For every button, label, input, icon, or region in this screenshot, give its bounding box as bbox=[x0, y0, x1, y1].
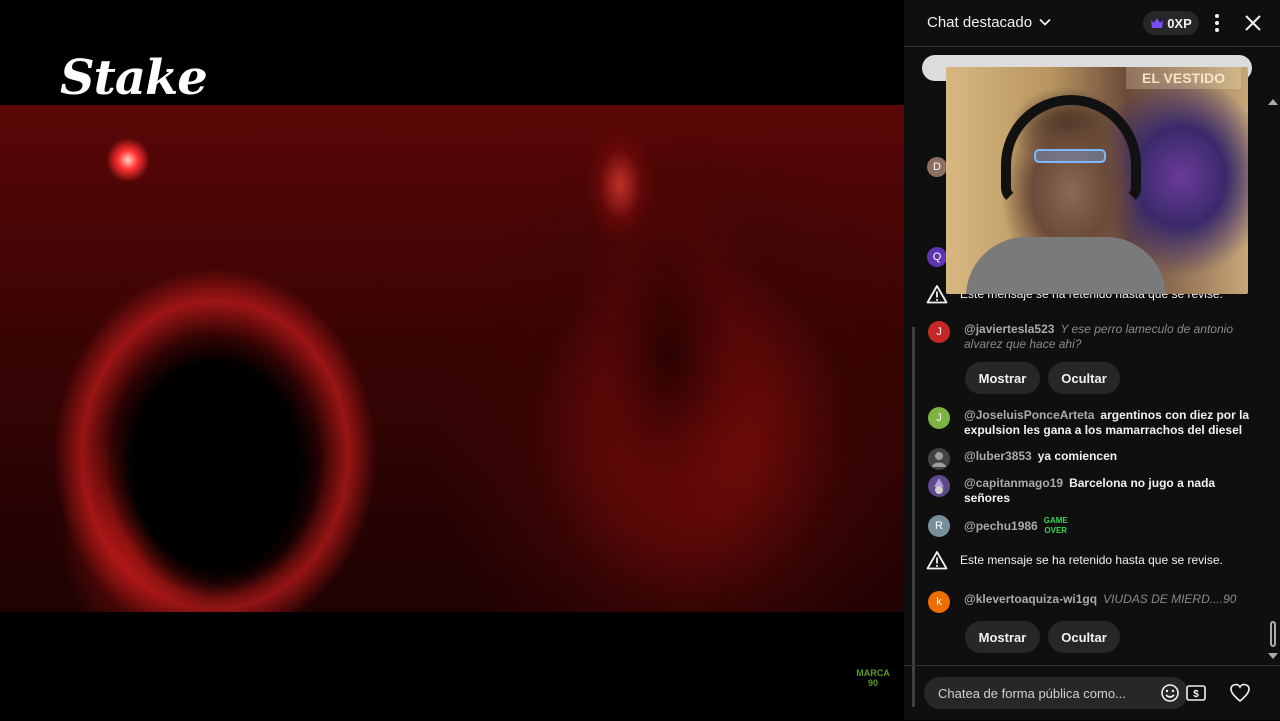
hide-button[interactable]: Ocultar bbox=[1048, 621, 1120, 653]
message-text: VIUDAS DE MIERD....90 bbox=[1103, 592, 1237, 606]
message-text: ya comiencen bbox=[1037, 449, 1118, 463]
avatar: R bbox=[928, 515, 950, 537]
warning-icon bbox=[926, 285, 948, 304]
streamer-webcam-overlay: EL VESTIDO bbox=[946, 67, 1248, 294]
chat-footer: Chatea de forma pública como... $ bbox=[904, 665, 1280, 721]
show-button[interactable]: Mostrar bbox=[965, 362, 1040, 394]
held-messages-rail bbox=[912, 327, 915, 707]
message-author[interactable]: @javiertesla523 bbox=[964, 322, 1054, 336]
held-notice-text: Este mensaje se ha retenido hasta que se… bbox=[960, 553, 1223, 567]
scroll-up-arrow[interactable] bbox=[1268, 99, 1278, 105]
held-message-notice: Este mensaje se ha retenido hasta que se… bbox=[926, 549, 1223, 571]
streamer-shirt bbox=[966, 237, 1166, 294]
message-author[interactable]: @luber3853 bbox=[964, 449, 1032, 463]
video-player[interactable]: Stake MARCA 90 bbox=[0, 0, 904, 720]
message-author[interactable]: @JoseluisPonceArteta bbox=[964, 408, 1094, 422]
avatar: k bbox=[928, 591, 950, 613]
more-options-icon[interactable] bbox=[1207, 12, 1227, 34]
avatar bbox=[928, 448, 950, 470]
message-author[interactable]: @pechu1986 bbox=[964, 519, 1038, 533]
chat-input[interactable]: Chatea de forma pública como... bbox=[924, 677, 1188, 709]
background-sign: EL VESTIDO bbox=[1126, 67, 1241, 89]
figure-highlight bbox=[585, 125, 655, 245]
avatar: D bbox=[927, 157, 947, 177]
message-author[interactable]: @capitanmago19 bbox=[964, 476, 1063, 490]
avatar: Q bbox=[927, 247, 947, 267]
wizard-avatar-icon bbox=[934, 478, 944, 494]
heart-icon[interactable] bbox=[1229, 682, 1251, 704]
message-author[interactable]: @klevertoaquiza-wi1gq bbox=[964, 592, 1097, 606]
chat-mode-title[interactable]: Chat destacado bbox=[927, 14, 1032, 31]
avatar bbox=[928, 475, 950, 497]
warning-icon bbox=[926, 551, 948, 570]
channel-watermark: MARCA 90 bbox=[856, 668, 890, 688]
live-chat-panel: Chat destacado 0XP D Q Este mensaje se h… bbox=[904, 0, 1280, 720]
super-chat-icon[interactable]: $ bbox=[1185, 682, 1207, 704]
scrollbar-thumb[interactable] bbox=[1270, 621, 1276, 647]
avatar: J bbox=[928, 321, 950, 343]
xp-value: 0XP bbox=[1167, 15, 1192, 31]
svg-text:$: $ bbox=[1193, 689, 1199, 700]
show-button[interactable]: Mostrar bbox=[965, 621, 1040, 653]
chevron-down-icon[interactable] bbox=[1037, 14, 1053, 30]
avatar: J bbox=[928, 407, 950, 429]
hide-button[interactable]: Ocultar bbox=[1048, 362, 1120, 394]
game-over-emoji: GAME OVER bbox=[1043, 516, 1068, 535]
scroll-down-arrow[interactable] bbox=[1268, 653, 1278, 659]
chat-messages[interactable]: D Q Este mensaje se ha retenido hasta qu… bbox=[904, 47, 1280, 707]
stake-logo: Stake bbox=[60, 50, 208, 106]
close-icon[interactable] bbox=[1243, 13, 1263, 33]
xp-badge[interactable]: 0XP bbox=[1143, 11, 1199, 35]
crown-icon bbox=[1151, 18, 1164, 28]
chat-input-placeholder: Chatea de forma pública como... bbox=[938, 686, 1126, 701]
chat-header: Chat destacado 0XP bbox=[904, 0, 1280, 47]
user-avatar-icon bbox=[932, 452, 946, 467]
glasses bbox=[1034, 149, 1106, 163]
emoji-icon[interactable] bbox=[1160, 683, 1180, 703]
